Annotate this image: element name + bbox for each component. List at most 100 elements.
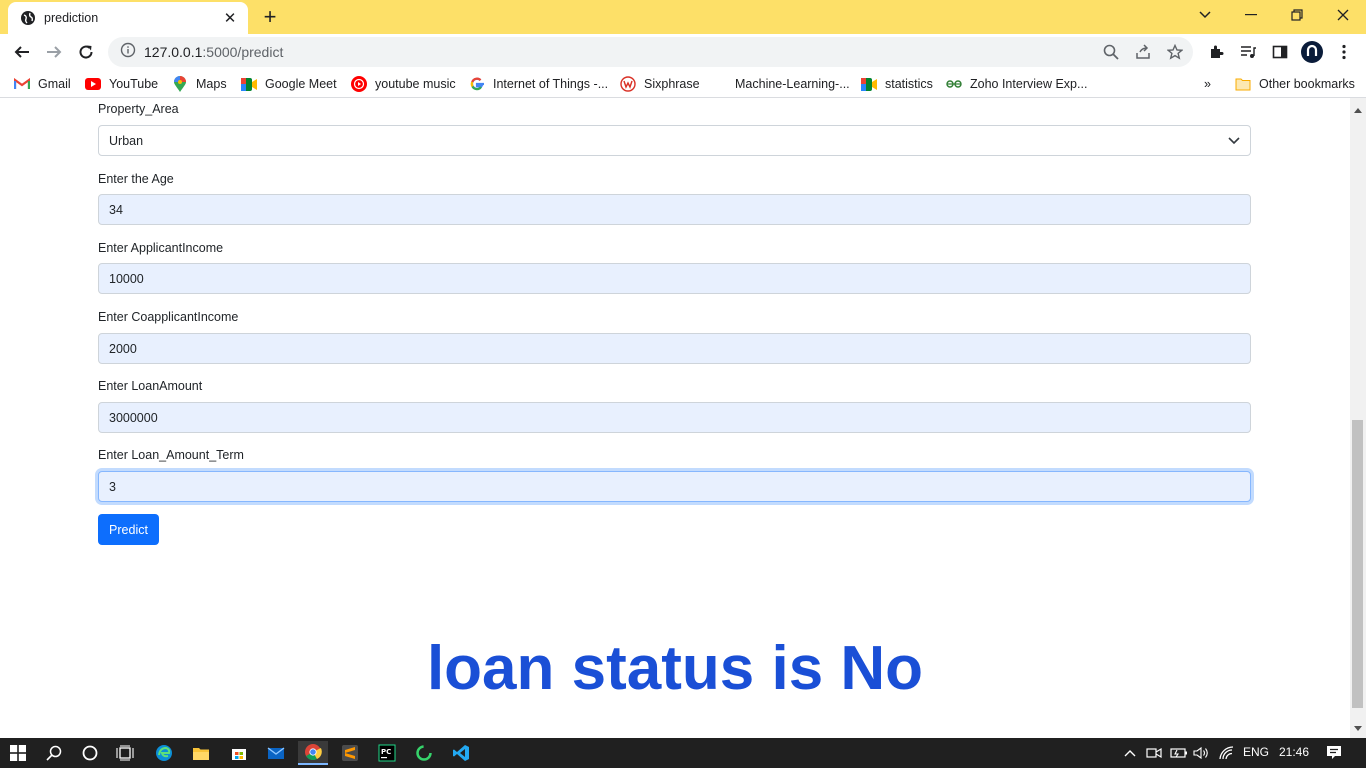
google-icon — [469, 76, 485, 92]
sixphrase-icon — [620, 76, 636, 92]
property-area-select[interactable]: Urban — [98, 125, 1251, 156]
maps-icon — [172, 76, 188, 92]
reload-button[interactable] — [72, 38, 100, 66]
sublime-text-icon[interactable] — [338, 741, 362, 765]
page-content: Property_Area Urban Enter the Age 34 Ent… — [0, 98, 1350, 738]
chevron-down-icon — [1228, 134, 1240, 148]
other-bookmarks-folder[interactable]: Other bookmarks — [1235, 75, 1355, 93]
predict-button[interactable]: Predict — [98, 514, 159, 545]
search-icon[interactable] — [42, 741, 66, 765]
url-host: 127.0.0.1 — [144, 44, 203, 60]
language-indicator[interactable]: ENG — [1243, 745, 1269, 759]
close-window-button[interactable] — [1320, 0, 1366, 30]
media-control-icon[interactable] — [1237, 41, 1259, 63]
bookmark-internet-of-things[interactable]: Internet of Things -... — [469, 75, 608, 93]
windows-start-icon[interactable] — [6, 741, 30, 765]
title-bar: prediction ✕ + — [0, 0, 1366, 34]
task-view-icon[interactable] — [113, 741, 137, 765]
share-icon[interactable] — [1133, 42, 1153, 62]
other-bookmarks-label: Other bookmarks — [1259, 77, 1355, 91]
tab-search-icon[interactable] — [1182, 0, 1228, 30]
back-button[interactable] — [8, 38, 36, 66]
bookmark-label: youtube music — [375, 77, 456, 91]
coapplicant-income-input[interactable]: 2000 — [98, 333, 1251, 364]
spinner-app-icon[interactable] — [412, 741, 436, 765]
loan-amount-label: Enter LoanAmount — [98, 379, 203, 393]
bookmark-youtube-music[interactable]: youtube music — [351, 75, 456, 93]
zoho-icon — [946, 76, 962, 92]
age-input[interactable]: 34 — [98, 194, 1251, 225]
wifi-icon[interactable] — [1215, 741, 1239, 765]
bookmark-label: YouTube — [109, 77, 159, 91]
clock[interactable]: 21:46 — [1279, 745, 1309, 759]
volume-icon[interactable] — [1190, 741, 1214, 765]
bookmark-google-meet[interactable]: Google Meet — [241, 75, 337, 93]
svg-text:PC: PC — [381, 748, 391, 756]
youtube-icon — [85, 76, 101, 92]
bookmark-label: Zoho Interview Exp... — [970, 77, 1088, 91]
restore-button[interactable] — [1274, 0, 1320, 30]
vscode-icon[interactable] — [449, 741, 473, 765]
bookmark-star-icon[interactable] — [1165, 42, 1185, 62]
applicant-income-input[interactable]: 10000 — [98, 263, 1251, 294]
scrollbar-thumb[interactable] — [1352, 420, 1363, 708]
chrome-menu-icon[interactable] — [1333, 41, 1355, 63]
close-tab-icon[interactable]: ✕ — [222, 9, 238, 27]
show-hidden-icons-chevron[interactable] — [1118, 741, 1142, 765]
meet-now-icon[interactable] — [1142, 741, 1166, 765]
browser-tab[interactable]: prediction ✕ — [8, 2, 248, 34]
meet-icon — [861, 76, 877, 92]
bookmark-label: Internet of Things -... — [493, 77, 609, 91]
url-path: :5000/predict — [202, 44, 284, 60]
windows-taskbar: PC ENG 21:46 — [0, 738, 1366, 768]
address-bar[interactable]: 127.0.0.1:5000/predict — [108, 37, 1193, 67]
edge-icon[interactable] — [152, 741, 176, 765]
gmail-icon — [14, 76, 30, 92]
coapplicant-income-label: Enter CoapplicantIncome — [98, 310, 239, 324]
overflow-label: » — [1204, 77, 1211, 91]
bookmark-label: Gmail — [38, 77, 71, 91]
cortana-icon[interactable] — [78, 741, 102, 765]
loan-amount-input[interactable]: 3000000 — [98, 402, 1251, 433]
bookmark-gmail[interactable]: Gmail — [14, 75, 71, 93]
store-icon[interactable] — [227, 741, 251, 765]
scroll-up-arrow[interactable] — [1354, 108, 1362, 113]
globe-icon — [20, 10, 36, 26]
scroll-down-arrow[interactable] — [1354, 726, 1362, 731]
mail-icon[interactable] — [264, 741, 288, 765]
notifications-icon[interactable] — [1322, 741, 1346, 765]
folder-icon — [1235, 76, 1251, 92]
chrome-taskbar-icon[interactable] — [298, 741, 328, 765]
bookmark-label: Google Meet — [265, 77, 337, 91]
file-explorer-icon[interactable] — [189, 741, 213, 765]
bookmarks-overflow-button[interactable]: » — [1204, 75, 1211, 93]
tab-title: prediction — [44, 11, 99, 25]
browser-toolbar: 127.0.0.1:5000/predict — [0, 34, 1366, 70]
extensions-icon[interactable] — [1205, 41, 1227, 63]
bookmark-machine-learning[interactable]: Machine-Learning-... — [735, 75, 850, 93]
bookmark-maps[interactable]: Maps — [172, 75, 227, 93]
loan-amount-term-input[interactable]: 3 — [98, 471, 1251, 502]
page-scrollbar[interactable] — [1350, 98, 1366, 738]
url-text: 127.0.0.1:5000/predict — [144, 44, 283, 60]
profile-avatar[interactable] — [1301, 41, 1323, 63]
pycharm-icon[interactable]: PC — [375, 741, 399, 765]
forward-button[interactable] — [40, 38, 68, 66]
bookmark-sixphrase[interactable]: Sixphrase — [620, 75, 700, 93]
zoom-icon[interactable] — [1101, 42, 1121, 62]
age-label: Enter the Age — [98, 172, 174, 186]
bookmark-label: Machine-Learning-... — [735, 77, 850, 91]
bookmark-label: Maps — [196, 77, 227, 91]
property-area-value: Urban — [109, 133, 144, 148]
new-tab-button[interactable]: + — [258, 6, 282, 30]
property-area-label: Property_Area — [98, 102, 179, 116]
bookmark-statistics[interactable]: statistics — [861, 75, 933, 93]
bookmark-youtube[interactable]: YouTube — [85, 75, 158, 93]
battery-icon[interactable] — [1167, 741, 1191, 765]
site-info-icon[interactable] — [120, 42, 136, 63]
minimize-button[interactable] — [1228, 0, 1274, 30]
bookmark-zoho[interactable]: Zoho Interview Exp... — [946, 75, 1087, 93]
loan-status-result: loan status is No — [426, 634, 924, 703]
side-panel-icon[interactable] — [1269, 41, 1291, 63]
meet-icon — [241, 76, 257, 92]
